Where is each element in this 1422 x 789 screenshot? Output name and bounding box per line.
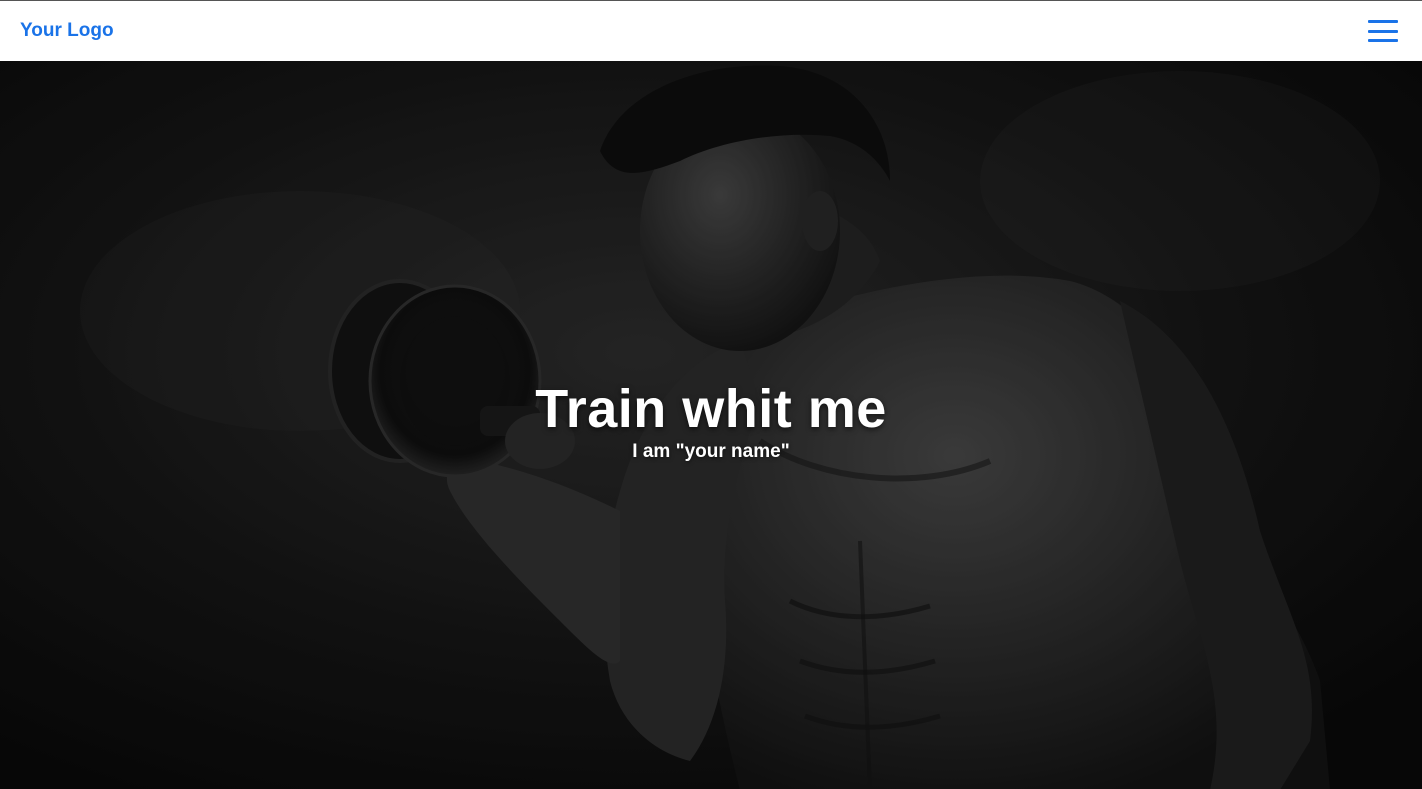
page: Your Logo Train whit me I am "your name" [0,0,1422,789]
navbar: Your Logo [0,1,1422,61]
hamburger-line [1368,39,1398,42]
hero-section: Train whit me I am "your name" [0,61,1422,789]
hero-text-block: Train whit me I am "your name" [0,379,1422,463]
hamburger-line [1368,20,1398,23]
hero-subtitle: I am "your name" [632,441,790,462]
hamburger-menu-icon[interactable] [1368,20,1398,42]
logo-link[interactable]: Your Logo [20,20,114,42]
hamburger-line [1368,29,1398,33]
hero-title: Train whit me [535,379,887,439]
